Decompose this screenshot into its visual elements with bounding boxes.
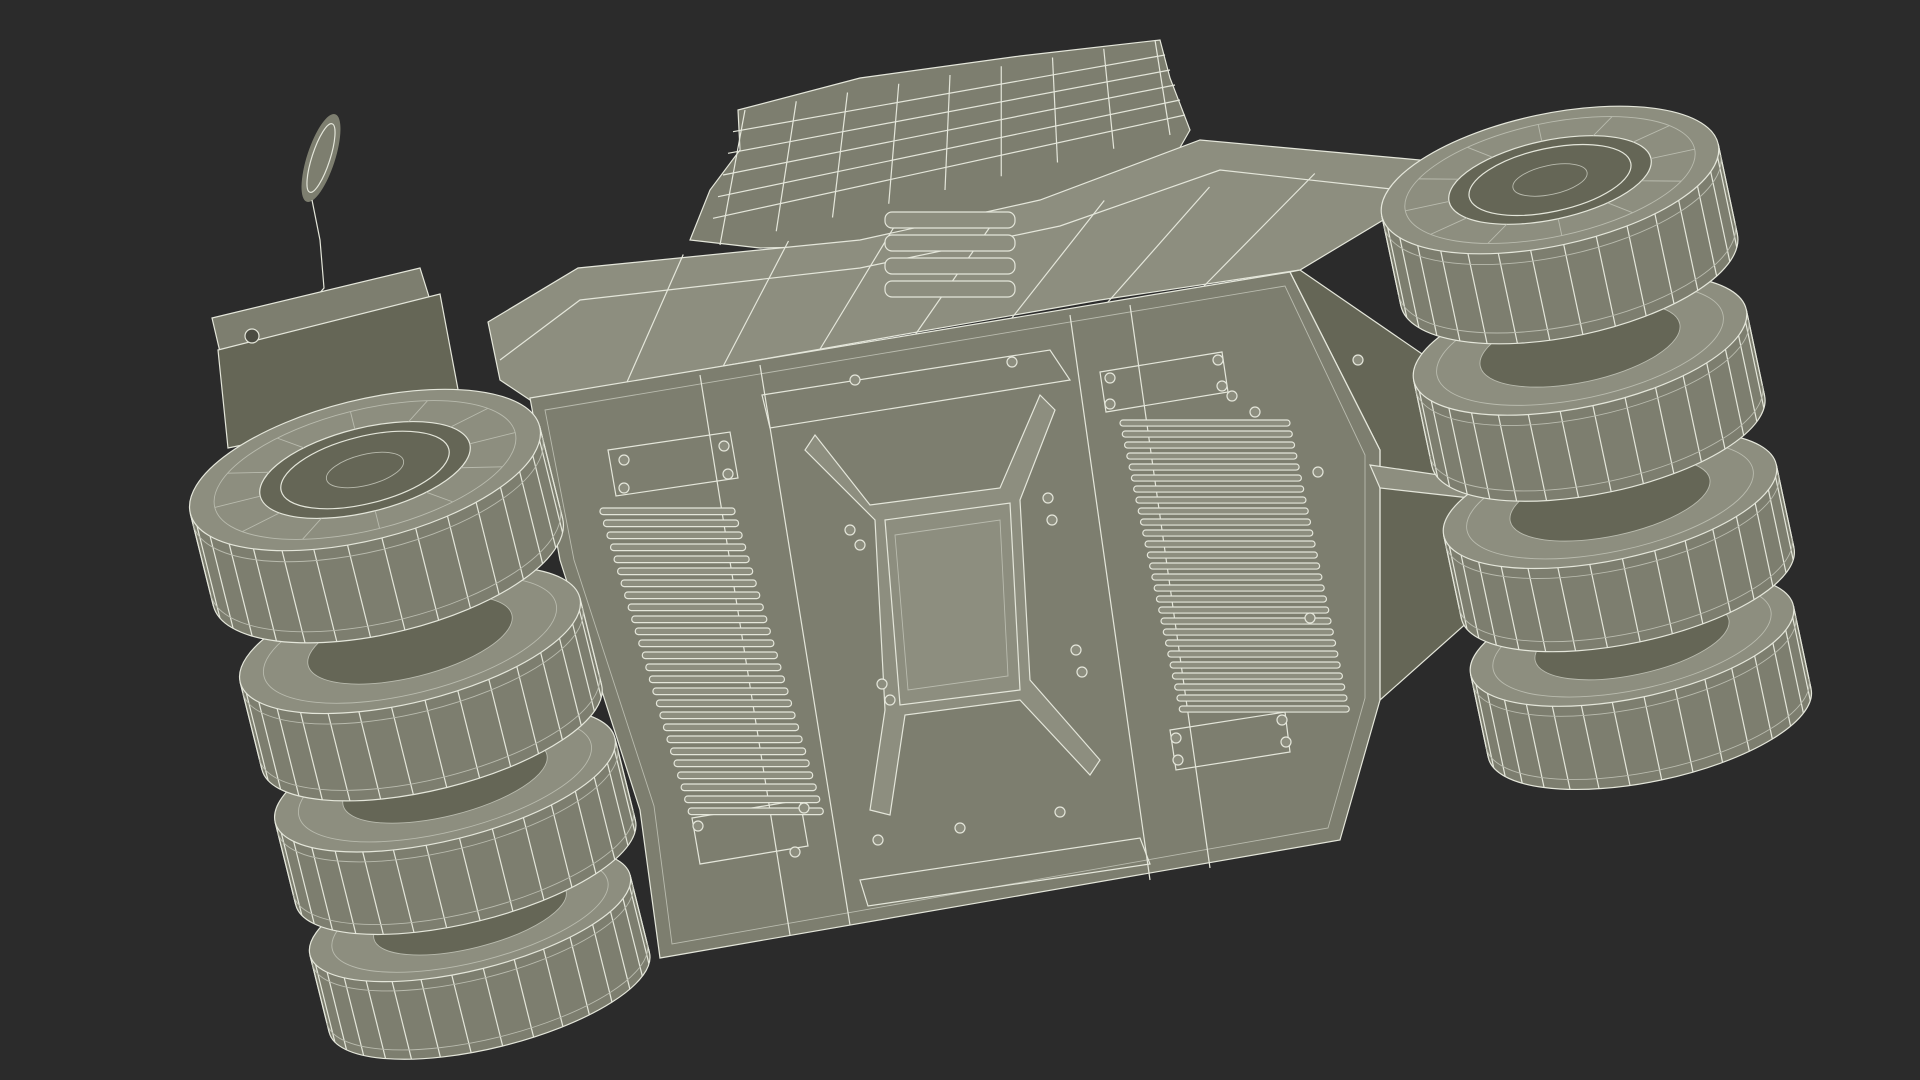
wireframe-scene — [0, 0, 1920, 1080]
render-viewport — [0, 0, 1920, 1080]
